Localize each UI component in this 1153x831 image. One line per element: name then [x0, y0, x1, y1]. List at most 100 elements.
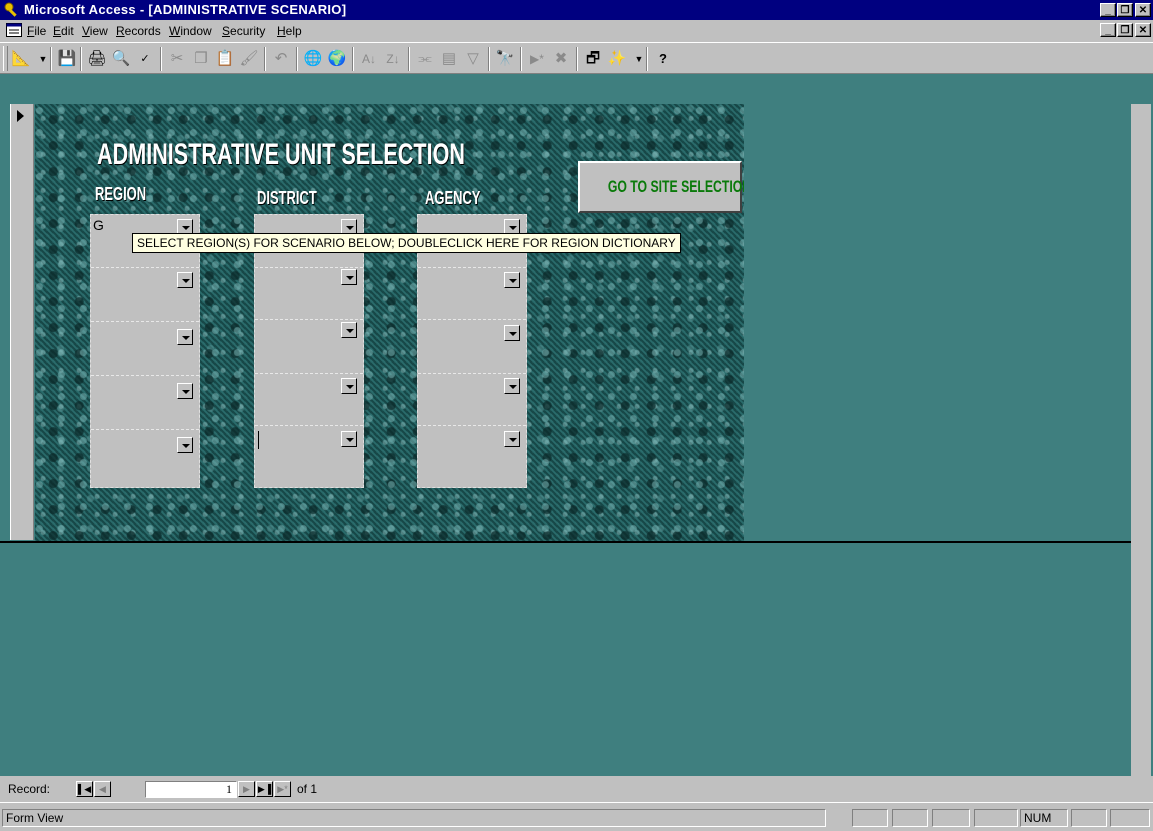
apply-filter-icon[interactable]: ▽ [462, 48, 484, 70]
horizontal-scrollbar[interactable] [375, 781, 1131, 798]
status-indicator [932, 809, 970, 827]
district-dropdown-arrow-icon[interactable] [341, 431, 357, 447]
toolbar-separator [576, 47, 578, 71]
current-record-pointer-icon [17, 110, 24, 122]
toolbar-separator [646, 47, 648, 71]
district-combo-3[interactable] [255, 320, 341, 370]
database-window-icon[interactable]: 🗗 [582, 48, 604, 70]
region-combo-5[interactable] [91, 430, 177, 480]
toolbar-separator [352, 47, 354, 71]
go-to-site-selection-button[interactable]: GO TO SITE SELECTION [578, 161, 744, 213]
form-section-border [0, 541, 1131, 543]
toolbar-separator [520, 47, 522, 71]
last-record-button[interactable]: ▶▐ [256, 781, 273, 797]
status-indicator [1110, 809, 1150, 827]
spelling-icon[interactable]: ✓ [134, 48, 156, 70]
save-icon[interactable]: 💾 [56, 48, 78, 70]
record-label: Record: [8, 782, 51, 796]
copy-icon[interactable]: ❐ [190, 48, 212, 70]
status-indicator [1071, 809, 1107, 827]
menu-records[interactable]: Records [116, 24, 161, 38]
new-record-nav-button[interactable]: ▶* [274, 781, 291, 797]
region-label: REGION [95, 184, 147, 204]
agency-label: AGENCY [425, 188, 481, 208]
toolbar-separator [160, 47, 162, 71]
record-count: of 1 [297, 782, 318, 796]
district-combo-2[interactable] [255, 268, 341, 318]
toolbar-grip[interactable] [3, 46, 8, 71]
toolbar-separator [408, 47, 410, 71]
design-view-icon[interactable]: 📐 [10, 48, 32, 70]
district-combo-4[interactable] [255, 374, 341, 424]
status-text: Form View [2, 809, 826, 827]
agency-combo-5[interactable] [418, 426, 504, 476]
doc-close-button[interactable]: ✕ [1135, 23, 1151, 37]
next-record-button[interactable]: ▶ [238, 781, 255, 797]
first-record-button[interactable]: ▌◀ [76, 781, 93, 797]
doc-restore-button[interactable]: ❐ [1117, 23, 1133, 37]
print-preview-icon[interactable]: 🔍 [110, 48, 132, 70]
web-toolbar-icon[interactable]: 🌍 [326, 48, 348, 70]
menu-view[interactable]: View [82, 24, 108, 38]
record-number-input[interactable]: 1 [145, 781, 237, 798]
region-combo-2[interactable] [91, 268, 177, 318]
status-indicator [852, 809, 888, 827]
district-combo-5[interactable] [255, 426, 341, 476]
agency-combo-3[interactable] [418, 320, 504, 370]
previous-record-button[interactable]: ◀ [94, 781, 111, 797]
menu-security[interactable]: Security [222, 24, 265, 38]
region-dropdown-arrow-icon[interactable] [177, 383, 193, 399]
status-indicator [892, 809, 928, 827]
toolbar-separator [488, 47, 490, 71]
minimize-button[interactable]: _ [1100, 3, 1116, 17]
new-record-icon[interactable]: ▶* [526, 48, 548, 70]
toolbar-separator [80, 47, 82, 71]
text-cursor [258, 431, 259, 449]
toolbar: 📐 ▼ 💾 🖨 🔍 ✓ ✂ ❐ 📋 🖌 ↶ 🌐 🌍 A↓ Z↓ ⫘ ▤ ▽ 🔭 … [0, 42, 1153, 74]
paste-icon[interactable]: 📋 [214, 48, 236, 70]
region-combo-4[interactable] [91, 376, 177, 426]
format-painter-icon[interactable]: 🖌 [238, 48, 260, 70]
cut-icon[interactable]: ✂ [166, 48, 188, 70]
form-doc-icon[interactable] [6, 23, 22, 37]
doc-minimize-button[interactable]: _ [1100, 23, 1116, 37]
agency-dropdown-arrow-icon[interactable] [504, 431, 520, 447]
toolbar-separator [50, 47, 52, 71]
region-dropdown-arrow-icon[interactable] [177, 437, 193, 453]
window-title: Microsoft Access - [ADMINISTRATIVE SCENA… [24, 2, 347, 17]
agency-dropdown-arrow-icon[interactable] [504, 272, 520, 288]
delete-record-icon[interactable]: ✖ [550, 48, 572, 70]
region-dropdown-arrow-icon[interactable] [177, 272, 193, 288]
form-title: ADMINISTRATIVE UNIT SELECTION [97, 138, 466, 171]
agency-combo-4[interactable] [418, 374, 504, 424]
undo-icon[interactable]: ↶ [270, 48, 292, 70]
access-key-icon [4, 2, 17, 17]
filter-by-selection-icon[interactable]: ⫘ [414, 48, 436, 70]
record-navigation-bar: Record: ▌◀ ◀ 1 ▶ ▶▐ ▶* of 1 [0, 776, 1153, 802]
new-object-icon[interactable]: ✨ [606, 48, 628, 70]
region-combo-3[interactable] [91, 322, 177, 372]
agency-dropdown-arrow-icon[interactable] [504, 325, 520, 341]
filter-by-form-icon[interactable]: ▤ [438, 48, 460, 70]
menu-file[interactable]: File [27, 24, 46, 38]
district-dropdown-arrow-icon[interactable] [341, 378, 357, 394]
record-selector[interactable] [10, 104, 34, 540]
help-icon[interactable]: ? [652, 48, 674, 70]
region-dropdown-arrow-icon[interactable] [177, 329, 193, 345]
insert-hyperlink-icon[interactable]: 🌐 [302, 48, 324, 70]
menu-window[interactable]: Window [169, 24, 212, 38]
sort-descending-icon[interactable]: Z↓ [382, 48, 404, 70]
vertical-scrollbar[interactable] [1131, 104, 1151, 776]
print-icon[interactable]: 🖨 [86, 48, 108, 70]
district-dropdown-arrow-icon[interactable] [341, 269, 357, 285]
agency-dropdown-arrow-icon[interactable] [504, 378, 520, 394]
maximize-button[interactable]: ❐ [1117, 3, 1133, 17]
find-icon[interactable]: 🔭 [494, 48, 516, 70]
close-button[interactable]: ✕ [1135, 3, 1151, 17]
menu-help[interactable]: Help [277, 24, 302, 38]
menu-edit[interactable]: Edit [53, 24, 74, 38]
district-dropdown-arrow-icon[interactable] [341, 322, 357, 338]
agency-combo-2[interactable] [418, 268, 504, 318]
sort-ascending-icon[interactable]: A↓ [358, 48, 380, 70]
toolbar-separator [264, 47, 266, 71]
